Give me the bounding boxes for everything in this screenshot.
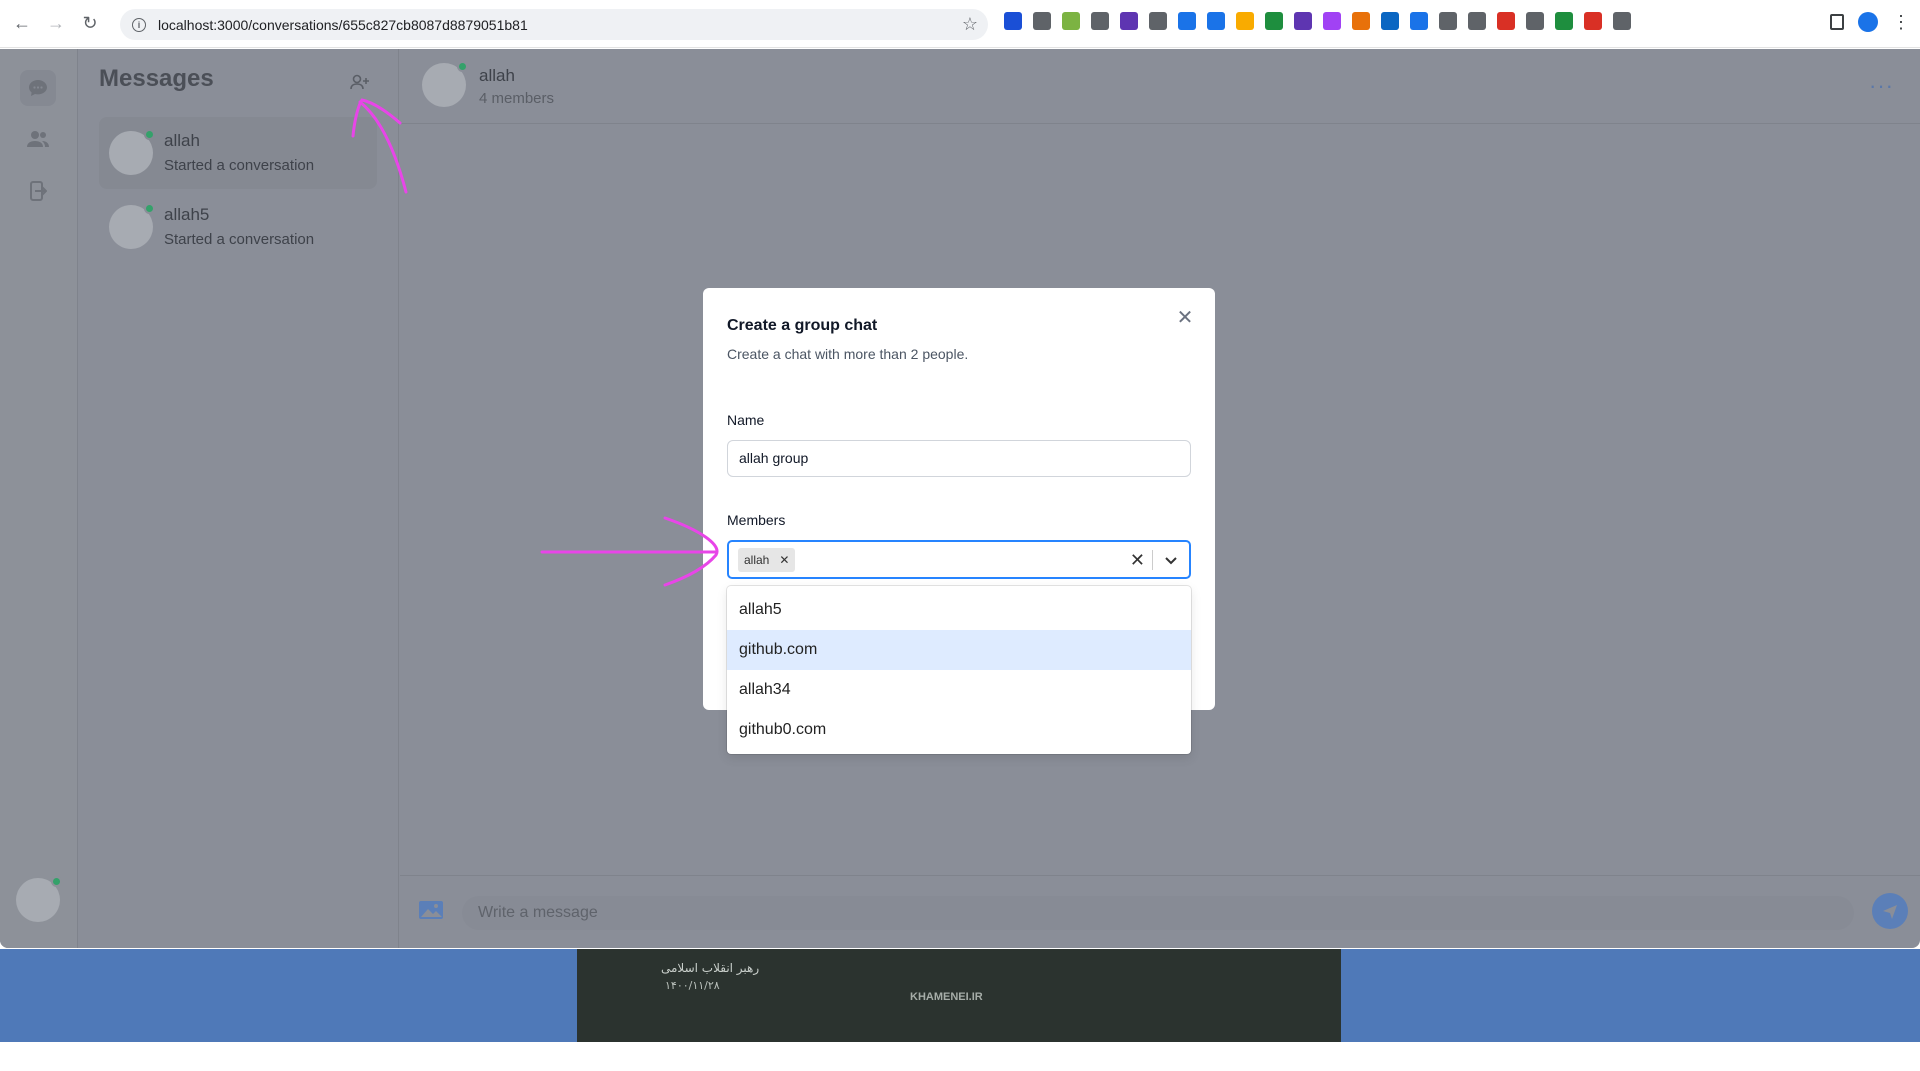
send-icon [1883,905,1897,919]
extension-icon[interactable] [1178,12,1196,30]
url-text: localhost:3000/conversations/655c827cb80… [158,16,528,33]
conversation-preview: Started a conversation [164,231,315,248]
member-option[interactable]: github.com [727,630,1191,670]
profile-avatar-icon[interactable] [1858,12,1878,32]
online-indicator [144,203,155,214]
page-bottom-strip [0,1042,1920,1071]
group-name-input[interactable]: allah group [727,440,1191,477]
member-option[interactable]: github0.com [727,710,1191,750]
message-input[interactable]: Write a message [462,896,1854,930]
current-user-avatar[interactable] [16,876,62,922]
remove-member-icon[interactable]: ✕ [779,553,789,567]
close-icon[interactable]: ✕ [1175,308,1195,328]
extension-icon[interactable] [1236,12,1254,30]
image-upload-icon[interactable] [418,900,444,920]
conversation-name: allah [164,131,200,150]
extension-icon[interactable] [1149,12,1167,30]
side-panel-icon[interactable] [1830,14,1844,30]
site-info-icon[interactable]: i [132,17,146,32]
conversation-item-allah[interactable]: allah Started a conversation [99,117,377,189]
forward-icon[interactable]: → [42,10,70,38]
online-indicator [51,876,62,887]
extension-icon[interactable] [1004,12,1022,30]
extensions-bar [1004,12,1631,30]
chat-member-count: 4 members [479,90,555,107]
members-label: Members [727,512,786,528]
address-bar[interactable]: i localhost:3000/conversations/655c827cb… [120,9,988,40]
more-options-icon[interactable]: ··· [1869,73,1894,99]
chevron-down-icon[interactable] [1163,552,1179,568]
conversation-preview: Started a conversation [164,157,315,174]
member-option[interactable]: allah34 [727,670,1191,710]
background-banner-image: رهبر انقلاب اسلامی ۱۴۰۰/۱۱/۲۸ KHAMENEI.I… [577,949,1341,1042]
send-button[interactable] [1872,893,1908,929]
modal-description: Create a chat with more than 2 people. [727,346,969,362]
browser-toolbar: ← → ↻ i localhost:3000/conversations/655… [0,0,1920,48]
online-indicator [144,129,155,140]
clear-selection-icon[interactable]: ✕ [1130,550,1145,570]
extension-icon[interactable] [1294,12,1312,30]
extension-icon[interactable] [1497,12,1515,30]
extension-icon[interactable] [1207,12,1225,30]
members-select[interactable]: allah ✕ ✕ [727,540,1191,579]
add-user-icon [350,74,369,90]
nav-messages[interactable] [20,70,56,106]
chat-header: allah 4 members ··· [400,49,1920,124]
chat-avatar [422,61,468,107]
modal-title: Create a group chat [727,317,878,334]
select-separator [1152,550,1153,570]
users-icon [27,131,49,147]
extension-icon[interactable] [1526,12,1544,30]
avatar [109,129,155,175]
chat-icon [29,80,47,96]
extension-icon[interactable] [1062,12,1080,30]
extension-icon[interactable] [1352,12,1370,30]
extension-icon[interactable] [1265,12,1283,30]
member-chip: allah ✕ [738,548,796,572]
extension-icon[interactable] [1439,12,1457,30]
message-composer: Write a message [400,875,1920,948]
logout-icon [30,181,47,201]
conversation-item-allah5[interactable]: allah5 Started a conversation [99,191,377,263]
bookmark-star-icon[interactable]: ☆ [962,14,978,35]
conversation-sidebar: Messages allah Started a conversation al… [79,49,399,948]
extension-icon[interactable] [1091,12,1109,30]
members-dropdown-menu: allah5 github.com allah34 github0.com [727,586,1191,754]
online-indicator [457,61,468,72]
extension-icon[interactable] [1584,12,1602,30]
browser-menu-icon[interactable]: ⋮ [1892,13,1910,31]
extension-icon[interactable] [1323,12,1341,30]
extension-icon[interactable] [1033,12,1051,30]
conversation-name: allah5 [164,205,210,224]
extension-icon[interactable] [1381,12,1399,30]
extension-icon[interactable] [1555,12,1573,30]
reload-icon[interactable]: ↻ [76,10,104,38]
nav-logout[interactable] [20,173,56,209]
avatar [109,203,155,249]
member-option[interactable]: allah5 [727,590,1191,630]
name-label: Name [727,412,765,428]
nav-rail [0,49,78,948]
extension-icon[interactable] [1410,12,1428,30]
sidebar-title: Messages [99,65,214,92]
extension-icon[interactable] [1120,12,1138,30]
back-icon[interactable]: ← [8,10,36,38]
nav-users[interactable] [20,121,56,157]
banner-caption: رهبر انقلاب اسلامی [661,961,760,975]
create-group-button[interactable] [345,67,375,97]
chat-name: allah [479,66,515,85]
banner-date: ۱۴۰۰/۱۱/۲۸ [665,979,720,992]
member-chip-label: allah [744,553,770,567]
extension-icon[interactable] [1468,12,1486,30]
extension-icon[interactable] [1613,12,1631,30]
banner-logo: KHAMENEI.IR [910,991,983,1003]
